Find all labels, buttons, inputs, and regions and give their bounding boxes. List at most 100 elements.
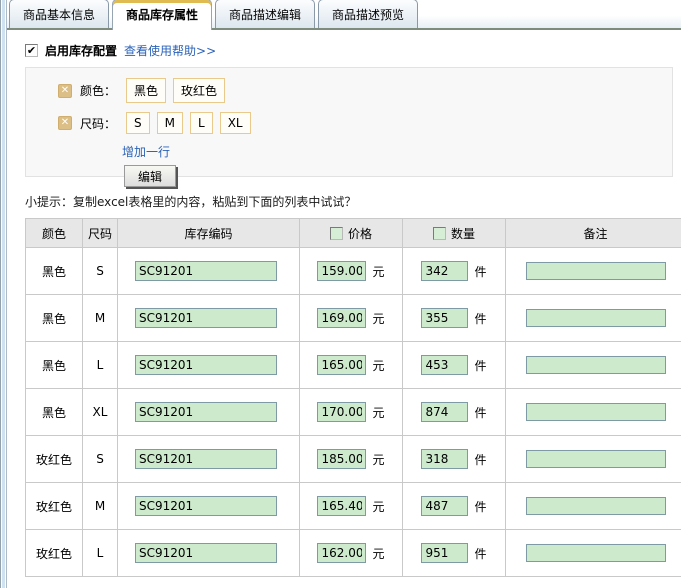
row-qty-cell: 件 <box>403 389 506 436</box>
row-qty-cell: 件 <box>403 483 506 530</box>
tab-2[interactable]: 商品描述编辑 <box>215 0 315 28</box>
qty-unit-label: 件 <box>474 357 486 374</box>
price-unit-label: 元 <box>372 498 384 515</box>
qty-input[interactable] <box>421 355 468 375</box>
header-color: 颜色 <box>26 219 83 248</box>
delete-attribute-icon[interactable]: ✕ <box>58 116 72 130</box>
row-remark-cell <box>506 436 681 483</box>
header-price-label: 价格 <box>348 225 372 242</box>
tab-1-active[interactable]: 商品库存属性 <box>112 0 212 30</box>
price-unit-label: 元 <box>372 357 384 374</box>
price-input[interactable] <box>317 355 366 375</box>
attribute-rows: ✕颜色：黑色玫红色✕尺码：SMLXL <box>58 78 672 134</box>
tab-bar: 商品基本信息商品库存属性商品描述编辑商品描述预览 <box>7 0 681 30</box>
row-qty-cell: 件 <box>403 342 506 389</box>
qty-unit-label: 件 <box>474 545 486 562</box>
row-price-cell: 元 <box>300 342 403 389</box>
price-input[interactable] <box>317 402 366 422</box>
remark-input[interactable] <box>526 309 666 327</box>
remark-input[interactable] <box>526 262 666 280</box>
row-remark-cell <box>506 389 681 436</box>
row-size-cell: L <box>83 342 118 389</box>
qty-input[interactable] <box>421 449 468 469</box>
row-remark-cell <box>506 483 681 530</box>
row-color-cell: 玫红色 <box>26 436 83 483</box>
row-price-cell: 元 <box>300 295 403 342</box>
code-input[interactable] <box>135 449 277 469</box>
qty-unit-label: 件 <box>474 263 486 280</box>
row-color-cell: 黑色 <box>26 248 83 295</box>
remark-input[interactable] <box>526 544 666 562</box>
price-input[interactable] <box>317 543 366 563</box>
code-input[interactable] <box>135 402 277 422</box>
attribute-value-button[interactable]: 黑色 <box>126 78 166 103</box>
row-remark-cell <box>506 248 681 295</box>
table-row: 玫红色M元件 <box>26 483 681 530</box>
code-input[interactable] <box>135 355 277 375</box>
row-qty-cell: 件 <box>403 248 506 295</box>
remark-input[interactable] <box>526 497 666 515</box>
price-input[interactable] <box>317 261 366 281</box>
qty-input[interactable] <box>421 543 468 563</box>
remark-input[interactable] <box>526 403 666 421</box>
edit-button[interactable]: 编辑 <box>124 165 176 187</box>
attribute-value-button[interactable]: L <box>190 112 213 134</box>
table-row: 玫红色L元件 <box>26 530 681 577</box>
row-code-cell <box>118 483 300 530</box>
code-input[interactable] <box>135 308 277 328</box>
enable-inventory-row: ✔ 启用库存配置 查看使用帮助>> <box>25 42 678 59</box>
row-size-cell: L <box>83 530 118 577</box>
row-code-cell <box>118 248 300 295</box>
row-size-cell: M <box>83 295 118 342</box>
price-input[interactable] <box>317 449 366 469</box>
row-size-cell: XL <box>83 389 118 436</box>
code-input[interactable] <box>135 543 277 563</box>
qty-input[interactable] <box>421 261 468 281</box>
table-row: 玫红色S元件 <box>26 436 681 483</box>
price-input[interactable] <box>317 496 366 516</box>
row-price-cell: 元 <box>300 530 403 577</box>
qty-unit-label: 件 <box>474 498 486 515</box>
row-code-cell <box>118 342 300 389</box>
window-left-edge <box>0 0 7 588</box>
qty-input[interactable] <box>421 308 468 328</box>
delete-attribute-icon[interactable]: ✕ <box>58 84 72 98</box>
row-code-cell <box>118 389 300 436</box>
attribute-row-1: ✕ 尺码： SML XL <box>58 112 672 134</box>
code-input[interactable] <box>135 261 277 281</box>
attribute-config-box: ✕颜色：黑色玫红色✕尺码：SMLXL 增加一行 编辑 <box>25 67 673 177</box>
price-column-checkbox[interactable] <box>330 227 343 240</box>
row-color-cell: 黑色 <box>26 389 83 436</box>
tab-3[interactable]: 商品描述预览 <box>318 0 418 28</box>
help-link[interactable]: 查看使用帮助>> <box>124 42 216 59</box>
qty-unit-label: 件 <box>474 404 486 421</box>
qty-input[interactable] <box>421 402 468 422</box>
table-row: 黑色L元件 <box>26 342 681 389</box>
attribute-value-button[interactable]: S <box>126 112 150 134</box>
attribute-value-button[interactable]: 玫红色 <box>173 78 225 103</box>
header-size: 尺码 <box>83 219 118 248</box>
row-price-cell: 元 <box>300 389 403 436</box>
remark-input[interactable] <box>526 450 666 468</box>
qty-column-checkbox[interactable] <box>433 227 446 240</box>
remark-input[interactable] <box>526 356 666 374</box>
row-size-cell: S <box>83 436 118 483</box>
attribute-value-button[interactable]: M <box>157 112 183 134</box>
add-row-link[interactable]: 增加一行 <box>122 145 170 159</box>
qty-input[interactable] <box>421 496 468 516</box>
attribute-row-0: ✕颜色：黑色玫红色 <box>58 78 672 103</box>
header-code: 库存编码 <box>118 219 300 248</box>
attribute-label: 尺码： <box>80 115 116 132</box>
enable-inventory-checkbox[interactable]: ✔ <box>25 44 38 57</box>
code-input[interactable] <box>135 496 277 516</box>
header-remark: 备注 <box>506 219 681 248</box>
row-color-cell: 玫红色 <box>26 483 83 530</box>
table-row: 黑色M元件 <box>26 295 681 342</box>
row-price-cell: 元 <box>300 436 403 483</box>
tab-0[interactable]: 商品基本信息 <box>9 0 109 28</box>
attribute-value-button[interactable]: XL <box>220 112 251 134</box>
price-unit-label: 元 <box>372 404 384 421</box>
header-price: 价格 <box>300 219 403 248</box>
price-input[interactable] <box>317 308 366 328</box>
row-remark-cell <box>506 342 681 389</box>
